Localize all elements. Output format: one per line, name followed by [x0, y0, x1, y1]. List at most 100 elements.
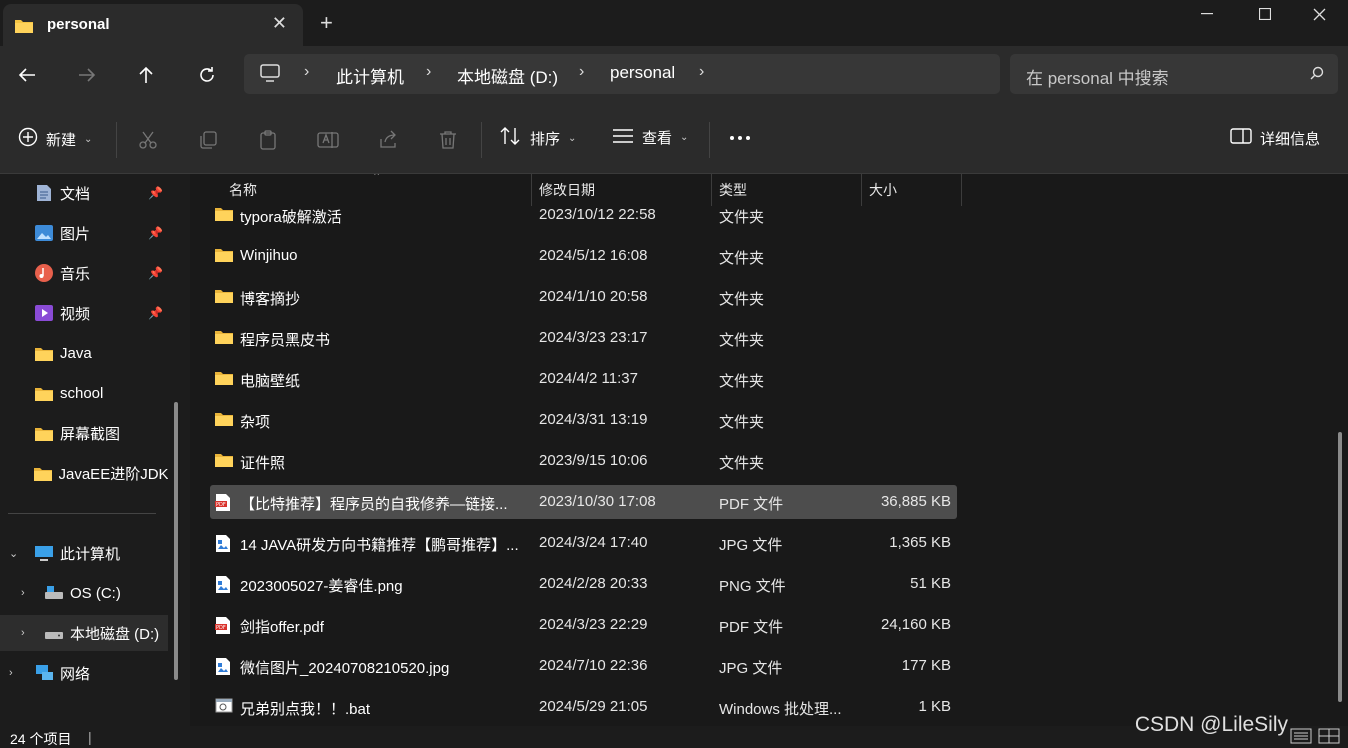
file-type: 文件夹 [719, 414, 765, 431]
chevron-right-icon[interactable]: › [304, 63, 309, 81]
file-list-scrollbar[interactable] [1338, 432, 1342, 702]
share-icon[interactable] [376, 128, 400, 152]
tab-title: personal [47, 16, 110, 33]
search-icon[interactable] [1310, 66, 1324, 84]
sidebar-item[interactable]: JavaEE进阶JDK1 [0, 455, 168, 491]
chevron-right-icon[interactable]: › [21, 587, 25, 599]
divider [116, 122, 117, 158]
chevron-right-icon[interactable]: › [21, 627, 25, 639]
view-toggle [1290, 728, 1340, 748]
forward-button[interactable] [73, 61, 101, 89]
file-name: 证件照 [240, 455, 286, 472]
search-box[interactable]: 在 personal 中搜索 [1010, 54, 1338, 94]
sidebar-item[interactable]: Java [0, 335, 168, 371]
file-row[interactable]: PDF 【比特推荐】程序员的自我修养—链接... 2023/10/30 17:08 P… [210, 485, 957, 519]
file-size: 51 KB [910, 575, 951, 592]
file-date: 2024/5/29 21:05 [539, 698, 648, 715]
tiles-view-icon[interactable] [1318, 728, 1340, 748]
back-button[interactable] [13, 61, 41, 89]
sidebar-item[interactable]: 图片 📌 [0, 215, 168, 251]
svg-text:PDF: PDF [216, 502, 226, 508]
file-row[interactable]: typora破解激活 2023/10/12 22:58 文件夹 [210, 198, 957, 232]
chevron-right-icon[interactable]: › [9, 667, 13, 679]
sidebar-item[interactable]: school [0, 375, 168, 411]
breadcrumb-this-pc[interactable]: 此计算机 [336, 63, 404, 88]
tab-personal[interactable]: personal ✕ [3, 4, 303, 46]
file-row[interactable]: 程序员黑皮书 2024/3/23 23:17 文件夹 [210, 321, 957, 355]
chevron-down-icon[interactable]: ⌄ [9, 547, 18, 560]
refresh-button[interactable] [193, 61, 221, 89]
sidebar-item[interactable]: 文档 📌 [0, 175, 168, 211]
sort-button[interactable]: 排序 ⌄ [500, 127, 576, 149]
breadcrumb-personal[interactable]: personal [610, 63, 675, 83]
folder-icon [34, 424, 54, 442]
close-window-button[interactable] [1290, 0, 1348, 28]
rename-icon[interactable] [316, 128, 340, 152]
drive-icon [44, 584, 64, 602]
sidebar-item-network[interactable]: › 网络 [0, 655, 168, 691]
file-name: Winjihuo [240, 247, 298, 264]
new-button[interactable]: 新建 ⌄ [18, 127, 92, 151]
sidebar-item-drive-d[interactable]: › 本地磁盘 (D:) [0, 615, 168, 651]
chevron-down-icon: ⌄ [680, 132, 689, 143]
folder-icon [215, 452, 233, 470]
address-bar[interactable]: › 此计算机 › 本地磁盘 (D:) › personal › [244, 54, 1000, 94]
more-options-button[interactable] [729, 128, 751, 145]
sidebar-item[interactable]: 音乐 📌 [0, 255, 168, 291]
chevron-down-icon: ⌄ [568, 132, 577, 144]
details-pane-button[interactable]: 详细信息 [1230, 127, 1320, 149]
file-type: 文件夹 [719, 250, 765, 267]
file-date: 2024/3/23 22:29 [539, 616, 648, 633]
file-row[interactable]: 2023005027-姜睿佳.png 2024/2/28 20:33 PNG 文件 5… [210, 567, 957, 601]
file-type: JPG 文件 [719, 660, 783, 677]
file-name: 微信图片_20240708210520.jpg [240, 660, 450, 677]
view-button[interactable]: 查看 ⌄ [612, 127, 688, 148]
file-row[interactable]: 杂项 2024/3/31 13:19 文件夹 [210, 403, 957, 437]
search-input[interactable]: 在 personal 中搜索 [1026, 64, 1169, 89]
delete-icon[interactable] [436, 128, 460, 152]
file-list: ⌃ 名称 修改日期 类型 大小 typora破解激活 2023/10/12 22:… [190, 174, 1348, 726]
details-view-icon[interactable] [1290, 728, 1312, 748]
new-tab-button[interactable]: + [320, 10, 333, 36]
sidebar-item[interactable]: 屏幕截图 [0, 415, 168, 451]
sidebar-scrollbar[interactable] [174, 402, 178, 680]
file-size: 1 KB [918, 698, 951, 715]
file-row[interactable]: 14 JAVA研发方向书籍推荐【鹏哥推荐】... 2024/3/24 17:40 J… [210, 526, 957, 560]
sidebar-item-drive-c[interactable]: › OS (C:) [0, 575, 168, 611]
up-button[interactable] [132, 61, 160, 89]
chevron-right-icon[interactable]: › [699, 63, 704, 81]
file-row[interactable]: Winjihuo 2024/5/12 16:08 文件夹 [210, 239, 957, 273]
maximize-button[interactable] [1236, 0, 1294, 28]
sidebar-item-label: OS (C:) [70, 584, 121, 602]
pin-icon[interactable]: 📌 [148, 266, 163, 280]
sidebar-item[interactable]: 视频 📌 [0, 295, 168, 331]
file-date: 2024/3/24 17:40 [539, 534, 648, 551]
file-row[interactable]: 证件照 2023/9/15 10:06 文件夹 [210, 444, 957, 478]
cut-icon[interactable] [136, 128, 160, 152]
folder-icon [215, 206, 233, 224]
file-row[interactable]: 电脑壁纸 2024/4/2 11:37 文件夹 [210, 362, 957, 396]
file-row[interactable]: 兄弟别点我！！.bat 2024/5/29 21:05 Windows 批处理...… [210, 690, 957, 724]
breadcrumb-drive-d[interactable]: 本地磁盘 (D:) [457, 63, 558, 88]
title-bar: personal ✕ + [0, 0, 1348, 46]
column-divider[interactable] [961, 174, 962, 206]
sidebar-item-label: school [60, 384, 104, 402]
details-label: 详细信息 [1260, 130, 1321, 148]
pin-icon[interactable]: 📌 [148, 306, 163, 320]
copy-icon[interactable] [196, 128, 220, 152]
svg-text:PDF: PDF [216, 625, 226, 631]
file-row[interactable]: PDF 剑指offer.pdf 2024/3/23 22:29 PDF 文件 24,16… [210, 608, 957, 642]
paste-icon[interactable] [256, 128, 280, 152]
file-name: 【比特推荐】程序员的自我修养—链接... [240, 496, 508, 513]
sidebar-item-this-pc[interactable]: ⌄ 此计算机 [0, 535, 168, 571]
chevron-right-icon[interactable]: › [426, 63, 431, 81]
chevron-right-icon[interactable]: › [579, 63, 584, 81]
file-row[interactable]: 微信图片_20240708210520.jpg 2024/7/10 22:36 JP… [210, 649, 957, 683]
sidebar-item-label: 音乐 [60, 265, 91, 283]
close-tab-icon[interactable]: ✕ [272, 13, 287, 34]
sort-label: 排序 [530, 130, 561, 148]
minimize-button[interactable] [1178, 0, 1236, 28]
pin-icon[interactable]: 📌 [148, 226, 163, 240]
pin-icon[interactable]: 📌 [148, 186, 163, 200]
file-row[interactable]: 博客摘抄 2024/1/10 20:58 文件夹 [210, 280, 957, 314]
